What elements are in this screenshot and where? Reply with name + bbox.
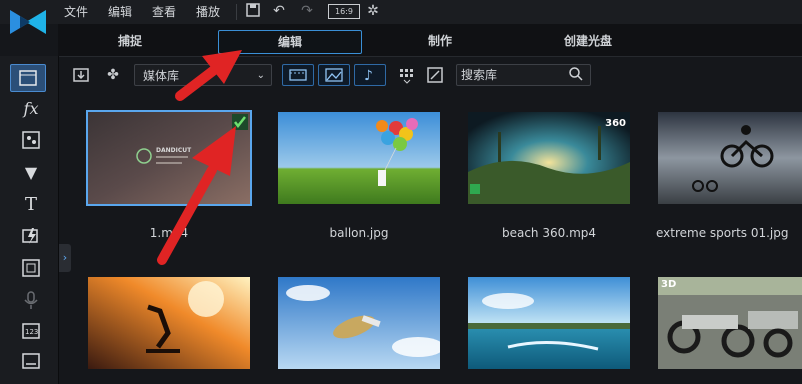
view-image-filter-button[interactable] [318, 64, 350, 86]
redo-icon[interactable]: ↷ [298, 2, 316, 20]
thumbnail-3-badge: 360 [605, 118, 626, 129]
title-icon[interactable]: T [20, 194, 42, 216]
svg-text:123: 123 [25, 328, 38, 336]
thumbnail-4[interactable] [658, 112, 802, 204]
thumbnail-8[interactable]: 3D [658, 277, 802, 369]
fireworks-icon[interactable]: ▼ [20, 162, 42, 184]
view-video-filter-button[interactable] [282, 64, 314, 86]
gear-icon[interactable]: ✲ [364, 2, 382, 20]
menu-file[interactable]: 文件 [64, 3, 88, 20]
menu-edit[interactable]: 编辑 [108, 3, 132, 20]
tab-edit[interactable]: 编辑 [218, 30, 362, 54]
app-logo [4, 2, 52, 46]
thumbnail-3-label: beach 360.mp4 [501, 226, 597, 240]
thumbnail-7[interactable] [468, 277, 630, 369]
thumbnail-4-label: extreme sports 01.jpg [656, 226, 789, 240]
svg-text:♪: ♪ [364, 68, 373, 84]
tab-capture[interactable]: 捕捉 [90, 30, 170, 52]
sort-icon[interactable] [398, 66, 416, 84]
save-icon[interactable] [244, 2, 262, 20]
thumbnail-3[interactable]: 360 [468, 112, 630, 204]
thumbnail-2-label: ballon.jpg [329, 226, 389, 240]
thumbnail-selection-frame [86, 110, 252, 206]
particle-icon[interactable] [20, 130, 42, 152]
search-placeholder: 搜索库 [461, 68, 498, 82]
thumbnail-6[interactable] [278, 277, 440, 369]
menu-playback[interactable]: 播放 [196, 3, 220, 20]
panel-collapse-toggle[interactable]: › [59, 244, 71, 272]
media-library-select-value: 媒体库 [143, 69, 180, 83]
plugin-icon[interactable]: ✤ [104, 66, 122, 84]
search-icon[interactable] [568, 66, 584, 88]
view-audio-filter-button[interactable]: ♪ [354, 64, 386, 86]
fx-icon[interactable]: fx [20, 98, 42, 120]
pip-icon[interactable] [20, 258, 42, 280]
media-library-select[interactable]: 媒体库 ⌄ [134, 64, 272, 86]
tab-produce[interactable]: 制作 [400, 30, 480, 52]
microphone-icon[interactable] [20, 290, 42, 312]
chevron-down-icon: ⌄ [256, 70, 265, 81]
checkmark-icon [232, 114, 248, 134]
thumbnail-5[interactable] [88, 277, 250, 369]
expand-icon[interactable] [426, 66, 444, 84]
tab-create-disc[interactable]: 创建光盘 [548, 30, 628, 52]
undo-icon[interactable]: ↶ [270, 2, 288, 20]
chapter-icon[interactable]: 123 [20, 322, 42, 344]
menu-view[interactable]: 查看 [152, 3, 176, 20]
media-library-button[interactable] [10, 64, 46, 92]
import-media-icon[interactable] [72, 66, 90, 84]
subtitle-icon[interactable] [20, 352, 42, 374]
thumbnail-8-badge: 3D [661, 279, 677, 290]
thumbnail-1-label: 1.mp4 [149, 226, 189, 240]
transition-icon[interactable] [20, 226, 42, 248]
thumbnail-2[interactable] [278, 112, 440, 204]
menu-divider [236, 4, 237, 20]
search-input[interactable]: 搜索库 [456, 64, 591, 86]
aspect-ratio-button[interactable]: 16:9 [328, 4, 360, 19]
